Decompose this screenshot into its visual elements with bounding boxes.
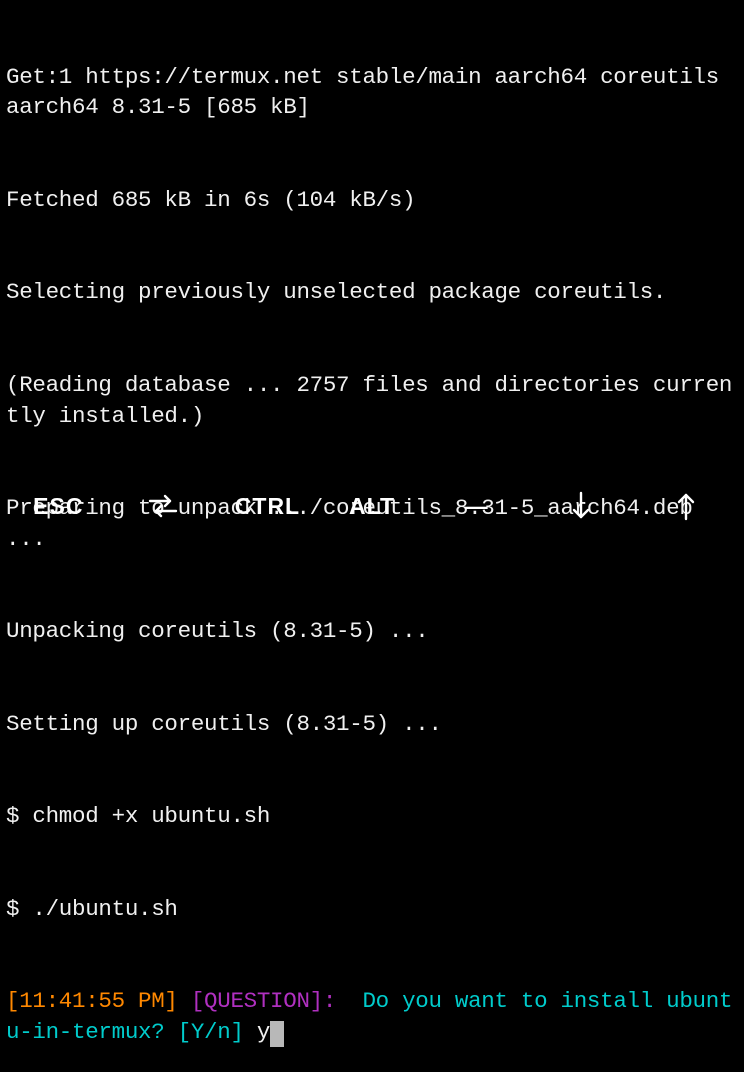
terminal-output[interactable]: Get:1 https://termux.net stable/main aar…	[0, 0, 744, 1072]
arrow-down-key[interactable]	[529, 491, 634, 521]
prompt-timestamp: [11:41:55 PM]	[6, 988, 178, 1014]
cursor	[270, 1021, 284, 1047]
terminal-line: Unpacking coreutils (8.31-5) ...	[6, 616, 738, 647]
terminal-line: Setting up coreutils (8.31-5) ...	[6, 709, 738, 740]
terminal-line: Get:1 https://termux.net stable/main aar…	[6, 62, 738, 124]
terminal-line: Selecting previously unselected package …	[6, 277, 738, 308]
terminal-line: $ ./ubuntu.sh	[6, 894, 738, 925]
arrow-up-key[interactable]	[633, 491, 738, 521]
ctrl-key[interactable]: CTRL	[215, 491, 320, 523]
tab-cycle-icon	[148, 494, 178, 518]
tab-key[interactable]	[111, 494, 216, 518]
alt-key[interactable]: ALT	[320, 491, 425, 523]
prompt-label: [QUESTION]:	[191, 988, 336, 1014]
terminal-line: Fetched 685 kB in 6s (104 kB/s)	[6, 185, 738, 216]
arrow-down-icon	[572, 491, 590, 521]
prompt-answer: y	[257, 1019, 270, 1045]
esc-key[interactable]: ESC	[6, 491, 111, 523]
extra-keys-toolbar: ESC CTRL ALT —	[0, 491, 744, 523]
minus-key[interactable]: —	[424, 491, 529, 523]
terminal-prompt-line: [11:41:55 PM] [QUESTION]: Do you want to…	[6, 986, 738, 1048]
terminal-line: (Reading database ... 2757 files and dir…	[6, 370, 738, 432]
arrow-up-icon	[677, 491, 695, 521]
terminal-line: $ chmod +x ubuntu.sh	[6, 801, 738, 832]
